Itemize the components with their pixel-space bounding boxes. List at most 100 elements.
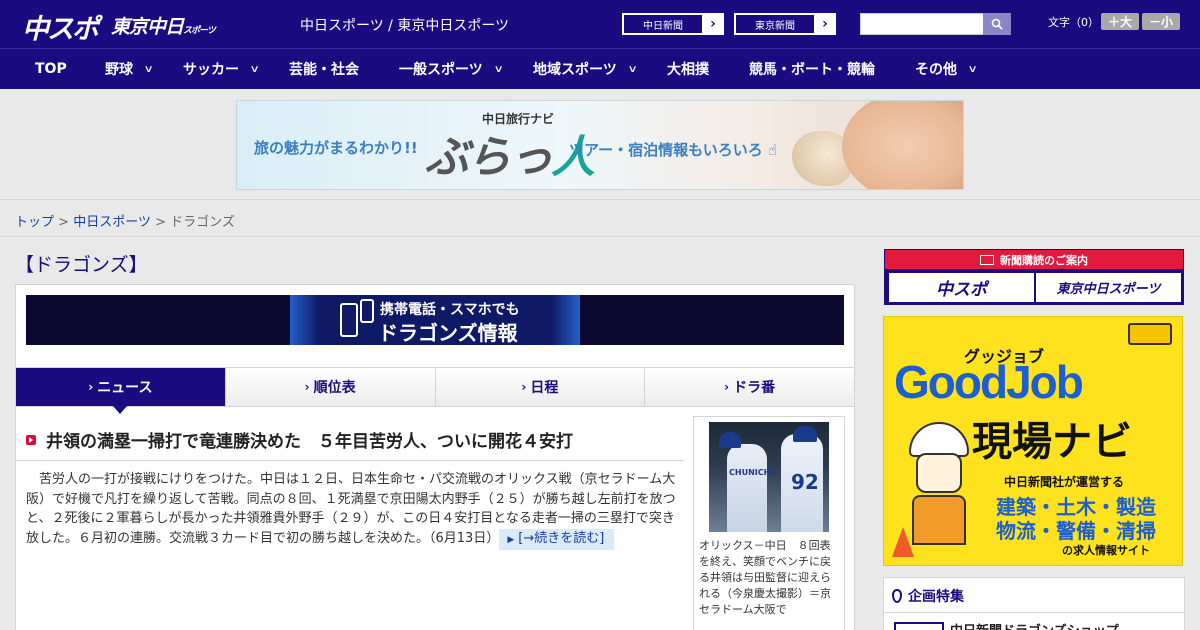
chevron-right-icon: › <box>815 14 835 34</box>
tab-label: ニュース <box>97 380 153 396</box>
chevron-down-icon: ∨ <box>249 63 260 75</box>
pointing-hand-icon: ☝ <box>762 141 778 159</box>
subscription-heading: 新聞購読のご案内 <box>885 250 1183 269</box>
bullet-icon <box>26 434 36 445</box>
subscribe-tokyo-chunichi-button[interactable]: 東京中日スポーツ <box>1036 273 1181 302</box>
page-title: 【ドラゴンズ】 <box>15 254 148 276</box>
nav-other[interactable]: その他 ∨ <box>915 49 978 89</box>
chevron-right-icon: › <box>724 380 730 394</box>
nav-label: TOP <box>35 61 67 77</box>
tab-doraban[interactable]: › ドラ番 <box>645 368 854 406</box>
title-divider <box>16 460 684 461</box>
divider <box>0 236 1200 237</box>
cap-shape <box>719 432 741 448</box>
mobile-info-banner[interactable]: 携帯電話・スマホでも ドラゴンズ情報 <box>26 295 844 345</box>
tab-schedule[interactable]: › 日程 <box>435 368 646 406</box>
shop-thumbnail[interactable] <box>894 622 944 630</box>
ad-main-text: ぶらっ人 <box>425 121 595 185</box>
font-size-label: 文字（0） <box>1048 16 1099 29</box>
nav-local-sports[interactable]: 地域スポーツ ∨ <box>533 49 638 89</box>
goodjob-line4: の求人情報サイト <box>1062 544 1150 557</box>
photo-caption: オリックス－中日 ８回表を終え、笑顔でベンチに戻る井領は与田監督に迎えられる（今… <box>699 539 831 616</box>
ad-right-text: ツアー・宿泊情報もいろいろ ☝ <box>569 139 777 160</box>
chevron-right-icon: › <box>88 380 94 394</box>
chevron-down-icon: ∨ <box>627 63 638 75</box>
feature-divider <box>884 612 1184 613</box>
section-tabs: › ニュース › 順位表 › 日程 › ドラ番 <box>16 367 854 414</box>
chevron-down-icon: ∨ <box>143 63 154 75</box>
tab-news[interactable]: › ニュース <box>16 368 226 414</box>
breadcrumb-chunichi-sports[interactable]: 中日スポーツ <box>73 215 151 230</box>
feature-heading-text: 企画特集 <box>908 589 964 605</box>
genba-navi-text: 現場ナビ <box>972 419 1132 465</box>
mobile-banner-line2: ドラゴンズ情報 <box>378 321 518 345</box>
goodjob-line1: 中日新聞社が運営する <box>1004 475 1125 489</box>
nav-general-sports[interactable]: 一般スポーツ ∨ <box>399 49 504 89</box>
search-icon <box>991 18 1003 30</box>
nav-racing[interactable]: 競馬・ボート・競輪 <box>749 49 875 89</box>
nav-label: 大相撲 <box>667 62 709 78</box>
font-bigger-button[interactable]: ＋大 <box>1101 13 1139 30</box>
chevron-right-icon: › <box>703 14 723 34</box>
chevron-down-icon: ∨ <box>967 63 978 75</box>
newspaper-icon <box>980 254 994 265</box>
feature-heading: 企画特集 <box>892 586 964 606</box>
nav-soccer[interactable]: サッカー ∨ <box>183 49 260 89</box>
search-button[interactable] <box>983 13 1011 35</box>
pin-icon <box>892 589 902 603</box>
site-title[interactable]: 中日スポーツ / 東京中日スポーツ <box>300 15 509 35</box>
nav-label: その他 <box>915 62 957 78</box>
feature-box: 企画特集 中日新聞ドラゴンズショップ <box>883 577 1185 630</box>
read-more-link[interactable]: ▶ [→続きを読む] <box>499 528 615 550</box>
tokyo-logo-suffix: スポーツ <box>183 26 216 36</box>
breadcrumb-current: ドラゴンズ <box>170 215 235 230</box>
player-figure <box>727 444 767 532</box>
face-shape <box>916 453 962 493</box>
article-photo-box: CHUNICHI 92 オリックス－中日 ８回表を終え、笑顔でベンチに戻る井領は… <box>693 416 845 630</box>
article-photo[interactable]: CHUNICHI 92 <box>709 422 829 532</box>
subscription-heading-text: 新聞購読のご案内 <box>1000 253 1088 267</box>
chunichi-shimbun-label: 中日新聞 <box>623 14 703 34</box>
nav-label: 地域スポーツ <box>533 62 617 78</box>
nav-label: 芸能・社会 <box>289 62 359 78</box>
ad-right-label: ツアー・宿泊情報もいろいろ <box>569 141 763 159</box>
chunichi-shimbun-link[interactable]: 中日新聞 › <box>622 13 724 35</box>
truck-icon <box>1128 323 1172 345</box>
nav-top[interactable]: TOP <box>35 49 67 89</box>
jersey-number: 92 <box>791 470 819 494</box>
chevron-right-icon: › <box>304 380 310 394</box>
worker-illustration <box>904 417 974 547</box>
goodjob-ad[interactable]: グッジョブ GoodJob 現場ナビ 中日新聞社が運営する 建築・土木・製造 物… <box>883 316 1183 566</box>
smartphone-icon <box>340 303 358 337</box>
tab-standings[interactable]: › 順位表 <box>225 368 436 406</box>
breadcrumb-top[interactable]: トップ <box>15 215 54 230</box>
tokyo-chunichi-logo[interactable]: 東京中日スポーツ <box>111 12 216 39</box>
feature-item-dragons-shop[interactable]: 中日新聞ドラゴンズショップ <box>950 620 1119 630</box>
tab-label: 日程 <box>530 380 559 396</box>
nav-baseball[interactable]: 野球 ∨ <box>105 49 154 89</box>
search-input[interactable] <box>860 13 984 35</box>
mobile-phone-icon <box>360 299 374 323</box>
goodjob-logo: GoodJob <box>894 356 1084 408</box>
nav-label: サッカー <box>183 62 239 78</box>
nav-label: 競馬・ボート・競輪 <box>749 62 875 78</box>
nav-sumo[interactable]: 大相撲 <box>667 49 709 89</box>
chusupo-logo[interactable]: 中スポ <box>22 7 99 46</box>
nav-label: 一般スポーツ <box>399 62 483 78</box>
subscribe-chusupo-button[interactable]: 中スポ <box>889 273 1034 302</box>
header-bar: 中スポ 東京中日スポーツ 中日スポーツ / 東京中日スポーツ 中日新聞 › 東京… <box>0 0 1200 48</box>
helmet-shape <box>909 422 969 457</box>
breadcrumb-sep: > <box>150 215 171 230</box>
article-title[interactable]: 井領の満塁一掃打で竜連勝決めた ５年目苦労人、ついに開花４安打 <box>26 427 573 452</box>
mobile-banner-inner: 携帯電話・スマホでも ドラゴンズ情報 <box>290 295 580 345</box>
nav-entertainment[interactable]: 芸能・社会 <box>289 49 359 89</box>
font-smaller-button[interactable]: －小 <box>1142 13 1180 30</box>
travel-ad-banner[interactable]: 旅の魅力がまるわかり!! 中日旅行ナビ ぶらっ人 ツアー・宿泊情報もいろいろ ☝ <box>236 100 964 190</box>
tokyo-shimbun-link[interactable]: 東京新聞 › <box>734 13 836 35</box>
tokyo-shimbun-label: 東京新聞 <box>735 14 815 34</box>
news-panel: 携帯電話・スマホでも ドラゴンズ情報 › ニュース › 順位表 › 日程 › ドラ番 井… <box>15 284 855 630</box>
read-more-label: [→続きを読む] <box>518 530 605 546</box>
nav-label: 野球 <box>105 62 133 78</box>
play-triangle-icon: ▶ <box>507 534 515 545</box>
tokyo-logo-text: 東京中日 <box>111 16 184 38</box>
